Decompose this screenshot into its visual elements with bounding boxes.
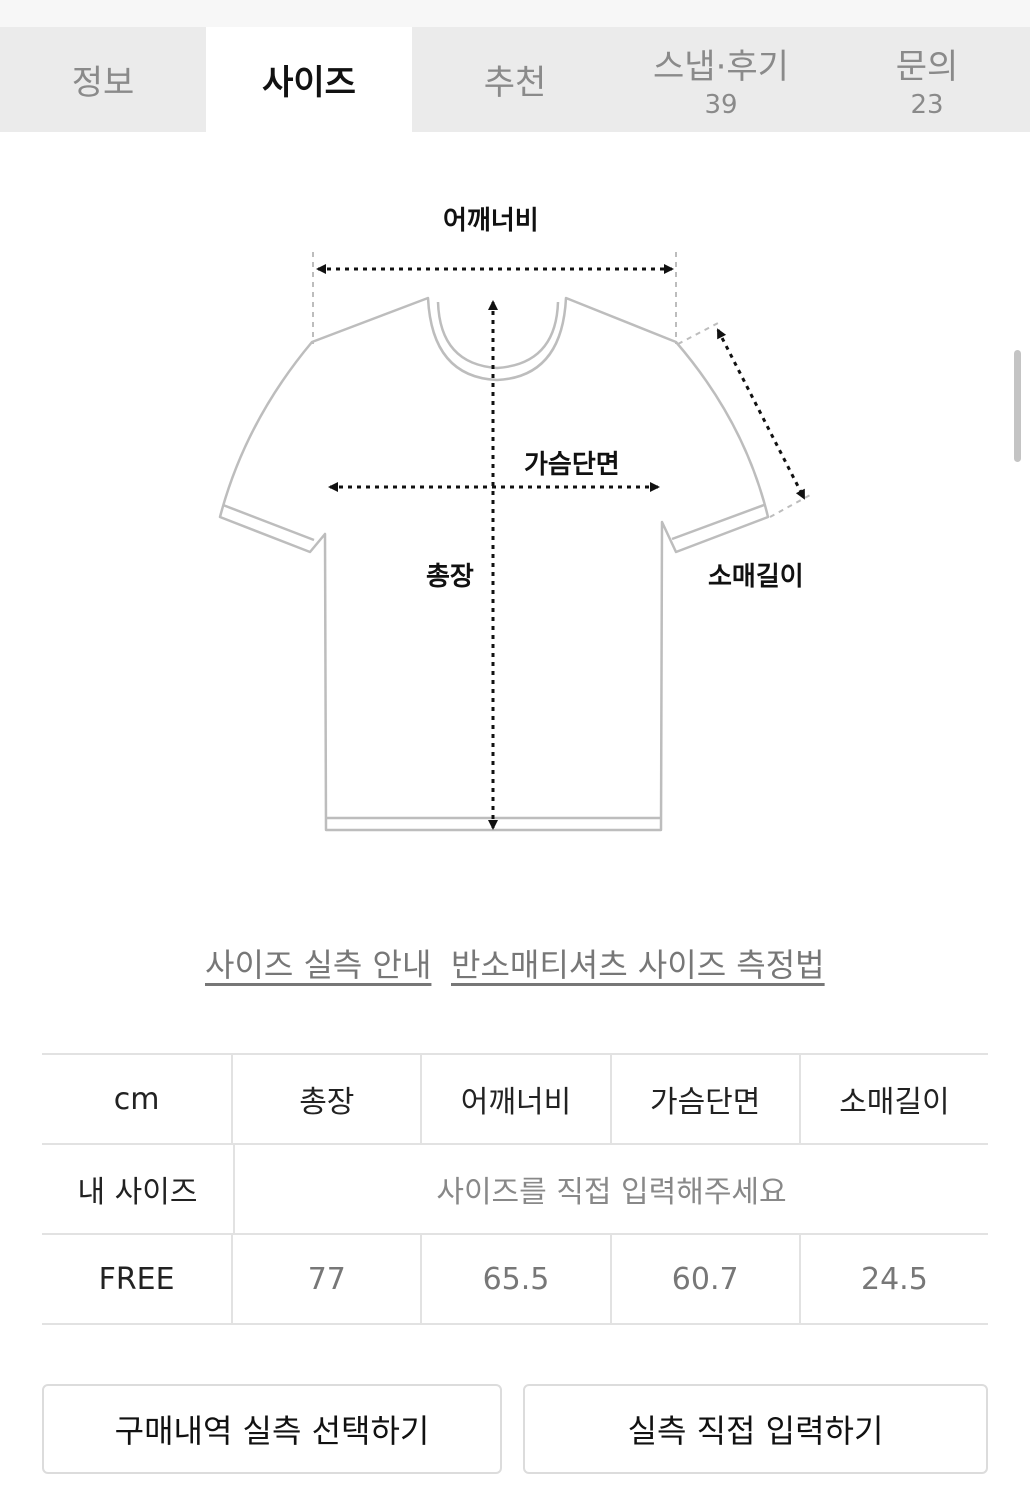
header-cell: 어깨너비	[420, 1055, 609, 1143]
shoulder-label: 어깨너비	[443, 206, 539, 236]
tab-label: 스냅·후기	[653, 47, 789, 87]
measure-method-link[interactable]: 반소매티셔츠 사이즈 측정법	[451, 940, 825, 986]
button-label: 구매내역 실측 선택하기	[114, 1412, 430, 1450]
table-row: FREE 77 65.5 60.7 24.5	[42, 1233, 988, 1325]
chest-label: 가슴단면	[524, 450, 620, 480]
tab-label: 사이즈	[262, 63, 356, 103]
tab-bar: 정보 사이즈 추천 스냅·후기 39 문의 23	[0, 27, 1030, 132]
purchase-history-measure-button[interactable]: 구매내역 실측 선택하기	[42, 1384, 502, 1474]
tab-info[interactable]: 정보	[0, 27, 206, 132]
size-table: cm 총장 어깨너비 가슴단면 소매길이 내 사이즈 사이즈를 직접 입력해주세…	[42, 1053, 988, 1325]
tab-count: 39	[704, 90, 738, 120]
table-header-row: cm 총장 어깨너비 가슴단면 소매길이	[42, 1053, 988, 1143]
collar-line	[436, 301, 560, 370]
size-diagram: 어깨너비 가슴단면 총장 소매길이	[0, 132, 1030, 882]
tab-count: 23	[910, 90, 944, 120]
size-guide-link[interactable]: 사이즈 실측 안내	[205, 940, 431, 986]
header-cell: 소매길이	[798, 1055, 988, 1143]
my-size-row: 내 사이즈 사이즈를 직접 입력해주세요	[42, 1143, 988, 1233]
tshirt-illustration	[218, 252, 813, 832]
tab-label: 문의	[895, 47, 959, 87]
length-label: 총장	[426, 562, 474, 592]
header-cell-unit: cm	[42, 1055, 234, 1143]
header-cell: 가슴단면	[609, 1055, 799, 1143]
value-cell: 77	[307, 1261, 346, 1297]
sleeve-label: 소매길이	[708, 562, 804, 592]
size-name-cell: FREE	[42, 1235, 234, 1323]
value-cell: 65.5	[420, 1235, 609, 1323]
tab-label: 추천	[483, 63, 547, 103]
right-cuff-line	[671, 503, 765, 541]
tab-label: 정보	[71, 63, 135, 103]
my-size-input[interactable]: 사이즈를 직접 입력해주세요	[235, 1145, 988, 1233]
value-cell: 24.5	[798, 1235, 988, 1323]
value-cell: 60.7	[609, 1235, 799, 1323]
top-strip	[0, 0, 1030, 27]
header-cell: 총장	[299, 1085, 355, 1120]
tab-recommend[interactable]: 추천	[412, 27, 618, 132]
sleeve-guide-bottom	[769, 493, 813, 518]
tab-inquiry[interactable]: 문의 23	[824, 27, 1030, 132]
my-size-label: 내 사이즈	[42, 1145, 235, 1233]
button-label: 실측 직접 입력하기	[627, 1412, 884, 1450]
tab-size[interactable]: 사이즈	[206, 27, 412, 132]
sleeve-arrow	[716, 328, 806, 500]
direct-measure-input-button[interactable]: 실측 직접 입력하기	[523, 1384, 988, 1474]
sleeve-guide-top	[677, 321, 721, 345]
tab-snap-review[interactable]: 스냅·후기 39	[618, 27, 824, 132]
size-links: 사이즈 실측 안내 반소매티셔츠 사이즈 측정법	[0, 940, 1030, 990]
